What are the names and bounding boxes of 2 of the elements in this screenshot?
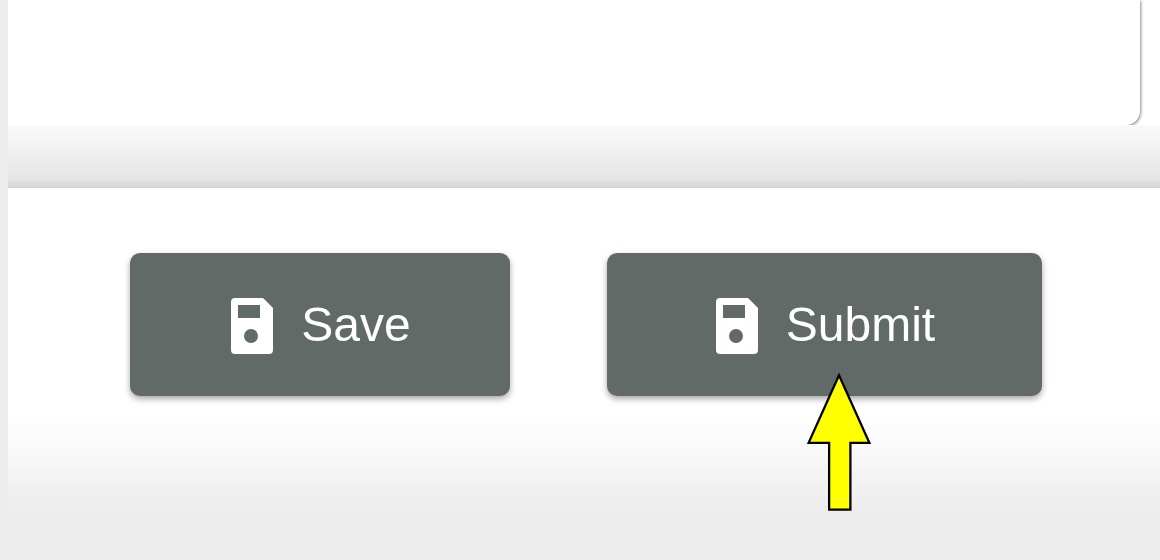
save-button[interactable]: Submit xyxy=(607,253,1042,396)
save-button[interactable]: Save xyxy=(130,253,510,396)
